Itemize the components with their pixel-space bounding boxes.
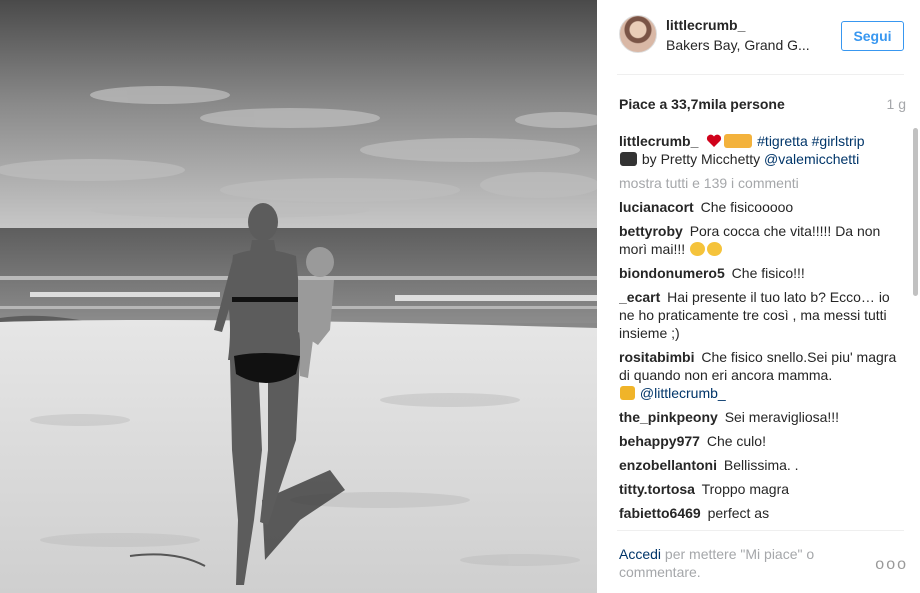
caption-hashtags[interactable]: #tigretta #girlstrip (757, 133, 864, 149)
comment-mention[interactable]: @littlecrumb_ (640, 385, 726, 401)
post-photo[interactable] (0, 0, 597, 593)
list-item: the_pinkpeony Sei meravigliosa!!! (619, 408, 901, 426)
more-options-icon[interactable]: ooo (875, 556, 908, 574)
list-item: fabietto6469 perfect as (619, 504, 901, 522)
comment-text: perfect as (707, 505, 770, 521)
caption-username[interactable]: littlecrumb_ (619, 133, 698, 149)
comment-text: Troppo magra (701, 481, 790, 497)
list-item: _ecart Hai presente il tuo lato b? Ecco…… (619, 288, 901, 342)
comment-username[interactable]: titty.tortosa (619, 481, 695, 497)
comment-username[interactable]: biondonumero5 (619, 265, 725, 281)
divider (617, 74, 904, 75)
tears-of-joy-emoji-icon (707, 242, 723, 256)
comment-username[interactable]: enzobellantoni (619, 457, 717, 473)
comment-text: Che fisicooooo (700, 199, 794, 215)
comment-username[interactable]: behappy977 (619, 433, 700, 449)
login-link[interactable]: Accedi (619, 546, 661, 562)
comment-username[interactable]: bettyroby (619, 223, 683, 239)
list-item: rositabimbi Che fisico snello.Sei piu' m… (619, 348, 901, 402)
comment-text: Che fisico!!! (731, 265, 805, 281)
comment-username[interactable]: _ecart (619, 289, 660, 305)
heart-emoji-icon (706, 134, 722, 148)
comment-username[interactable]: rositabimbi (619, 349, 694, 365)
caption: littlecrumb_ #tigretta #girlstrip by Pre… (619, 132, 901, 168)
comment-username[interactable]: fabietto6469 (619, 505, 701, 521)
post-header: littlecrumb_ Bakers Bay, Grand G... Segu… (597, 0, 920, 74)
list-item: bettyroby Pora cocca che vita!!!!! Da no… (619, 222, 901, 258)
comment-username[interactable]: lucianacort (619, 199, 694, 215)
comment-text: Che culo! (706, 433, 766, 449)
caption-mention[interactable]: @valemicchetti (764, 151, 859, 167)
thumbs-up-emoji-icon (620, 386, 635, 400)
post-location[interactable]: Bakers Bay, Grand G... (666, 37, 826, 53)
family-emoji-icon (724, 134, 753, 148)
camera-emoji-icon (620, 152, 637, 166)
beach-photo-illustration (0, 0, 597, 593)
list-item: titty.tortosa Troppo magra (619, 480, 901, 498)
likes-count[interactable]: Piace a 33,7mila persone (619, 96, 785, 112)
divider (617, 530, 904, 531)
instagram-post: littlecrumb_ Bakers Bay, Grand G... Segu… (0, 0, 920, 593)
login-prompt: Accedi per mettere "Mi piace" o commenta… (619, 545, 849, 581)
tears-of-joy-emoji-icon (690, 242, 706, 256)
comments-scrollbar[interactable] (913, 128, 918, 296)
list-item: behappy977 Che culo! (619, 432, 901, 450)
author-username[interactable]: littlecrumb_ (666, 17, 745, 33)
list-item: lucianacort Che fisicooooo (619, 198, 901, 216)
follow-button[interactable]: Segui (841, 21, 904, 51)
comments-list: littlecrumb_ #tigretta #girlstrip by Pre… (619, 132, 901, 530)
list-item: biondonumero5 Che fisico!!! (619, 264, 901, 282)
comment-text: Sei meravigliosa!!! (724, 409, 840, 425)
post-time[interactable]: 1 g (887, 96, 906, 112)
comment-text: Bellissima. . (723, 457, 799, 473)
show-all-comments-link[interactable]: mostra tutti e 139 i commenti (619, 174, 901, 192)
list-item: enzobellantoni Bellissima. . (619, 456, 901, 474)
comment-username[interactable]: the_pinkpeony (619, 409, 718, 425)
caption-credit: by Pretty Micchetty (641, 151, 761, 167)
avatar[interactable] (619, 15, 657, 53)
post-side-panel: littlecrumb_ Bakers Bay, Grand G... Segu… (597, 0, 920, 593)
